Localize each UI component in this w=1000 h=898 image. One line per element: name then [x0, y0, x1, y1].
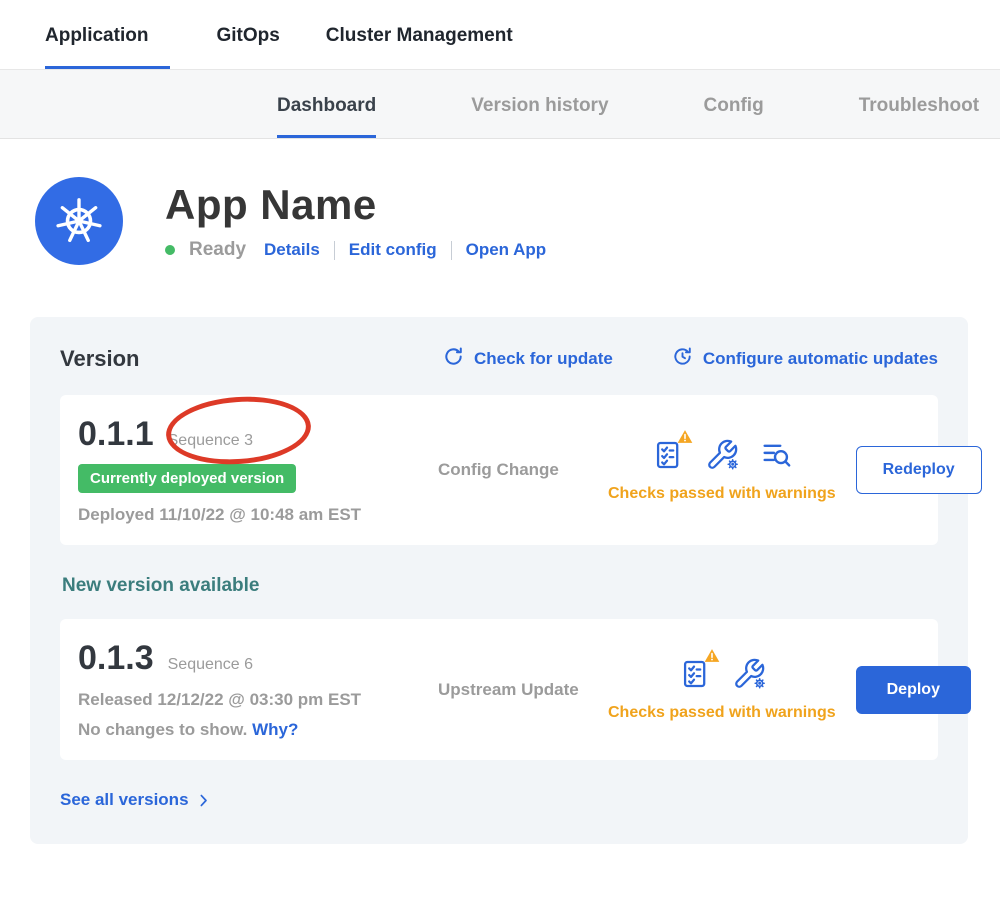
configure-automatic-updates-button[interactable]: Configure automatic updates — [671, 345, 938, 373]
new-version-available-heading: New version available — [62, 575, 938, 597]
current-checks-status: Checks passed with warnings — [608, 485, 836, 503]
app-title-block: App Name Ready Details Edit config Open … — [165, 181, 546, 261]
checklist-warning-icon[interactable] — [678, 657, 712, 691]
clock-refresh-icon — [671, 345, 694, 373]
check-for-update-button[interactable]: Check for update — [442, 345, 613, 373]
warning-triangle-icon — [677, 429, 693, 449]
subtab-troubleshoot[interactable]: Troubleshoot — [859, 95, 979, 138]
details-link[interactable]: Details — [264, 240, 320, 260]
subtab-dashboard[interactable]: Dashboard — [277, 95, 376, 138]
new-version-info: 0.1.3 Sequence 6 Released 12/12/22 @ 03:… — [78, 639, 418, 740]
new-checks-block: Checks passed with warnings — [608, 657, 836, 722]
see-all-versions-label: See all versions — [60, 790, 189, 810]
open-app-link[interactable]: Open App — [466, 240, 547, 260]
warning-triangle-icon — [704, 648, 720, 668]
redeploy-button[interactable]: Redeploy — [856, 446, 982, 494]
app-sub-navigation: Dashboard Version history Config Trouble… — [0, 70, 1000, 139]
current-version-info: 0.1.1 Sequence 3 Currently deployed vers… — [78, 415, 418, 525]
link-divider — [334, 241, 335, 260]
new-checks-status: Checks passed with warnings — [608, 704, 836, 722]
list-search-icon[interactable] — [759, 438, 793, 472]
new-version-card: 0.1.3 Sequence 6 Released 12/12/22 @ 03:… — [60, 619, 938, 760]
link-divider — [451, 241, 452, 260]
subtab-version-history[interactable]: Version history — [471, 95, 608, 138]
current-version-sequence: Sequence 3 — [168, 432, 253, 450]
configure-automatic-updates-label: Configure automatic updates — [703, 349, 938, 369]
current-checks-block: Checks passed with warnings — [608, 438, 836, 503]
top-navigation: Application GitOps Cluster Management — [0, 0, 1000, 70]
chevron-right-icon — [195, 792, 212, 809]
page-title: App Name — [165, 181, 546, 229]
tab-gitops[interactable]: GitOps — [216, 25, 279, 69]
new-version-number: 0.1.3 — [78, 639, 154, 678]
ready-status-dot — [165, 245, 175, 255]
version-panel: Version Check for update — [30, 317, 968, 844]
current-version-number: 0.1.1 — [78, 415, 154, 454]
deploy-button[interactable]: Deploy — [856, 666, 971, 714]
wrench-gear-icon[interactable] — [732, 657, 766, 691]
tab-application[interactable]: Application — [45, 25, 170, 69]
wrench-gear-icon[interactable] — [705, 438, 739, 472]
current-change-type: Config Change — [438, 460, 588, 480]
version-panel-actions: Check for update Configure automatic upd… — [442, 345, 938, 373]
app-status-row: Ready Details Edit config Open App — [165, 239, 546, 261]
status-badge: Ready — [189, 239, 246, 261]
current-version-card: 0.1.1 Sequence 3 Currently deployed vers… — [60, 395, 938, 545]
checklist-warning-icon[interactable] — [651, 438, 685, 472]
check-for-update-label: Check for update — [474, 349, 613, 369]
released-timestamp: Released 12/12/22 @ 03:30 pm EST — [78, 690, 418, 710]
no-changes-text: No changes to show. — [78, 720, 247, 739]
why-link[interactable]: Why? — [252, 720, 298, 739]
subtab-config[interactable]: Config — [704, 95, 764, 138]
no-changes-line: No changes to show. Why? — [78, 720, 418, 740]
new-version-sequence: Sequence 6 — [168, 656, 253, 674]
kubernetes-helm-icon — [35, 177, 123, 265]
app-header: App Name Ready Details Edit config Open … — [0, 139, 1000, 265]
see-all-versions-link[interactable]: See all versions — [60, 790, 212, 810]
version-heading: Version — [60, 346, 139, 372]
new-change-type: Upstream Update — [438, 680, 588, 700]
edit-config-link[interactable]: Edit config — [349, 240, 437, 260]
deployed-timestamp: Deployed 11/10/22 @ 10:48 am EST — [78, 505, 418, 525]
version-panel-header: Version Check for update — [60, 345, 938, 373]
refresh-icon — [442, 345, 465, 373]
tab-cluster-management[interactable]: Cluster Management — [326, 25, 513, 69]
currently-deployed-badge: Currently deployed version — [78, 464, 296, 493]
